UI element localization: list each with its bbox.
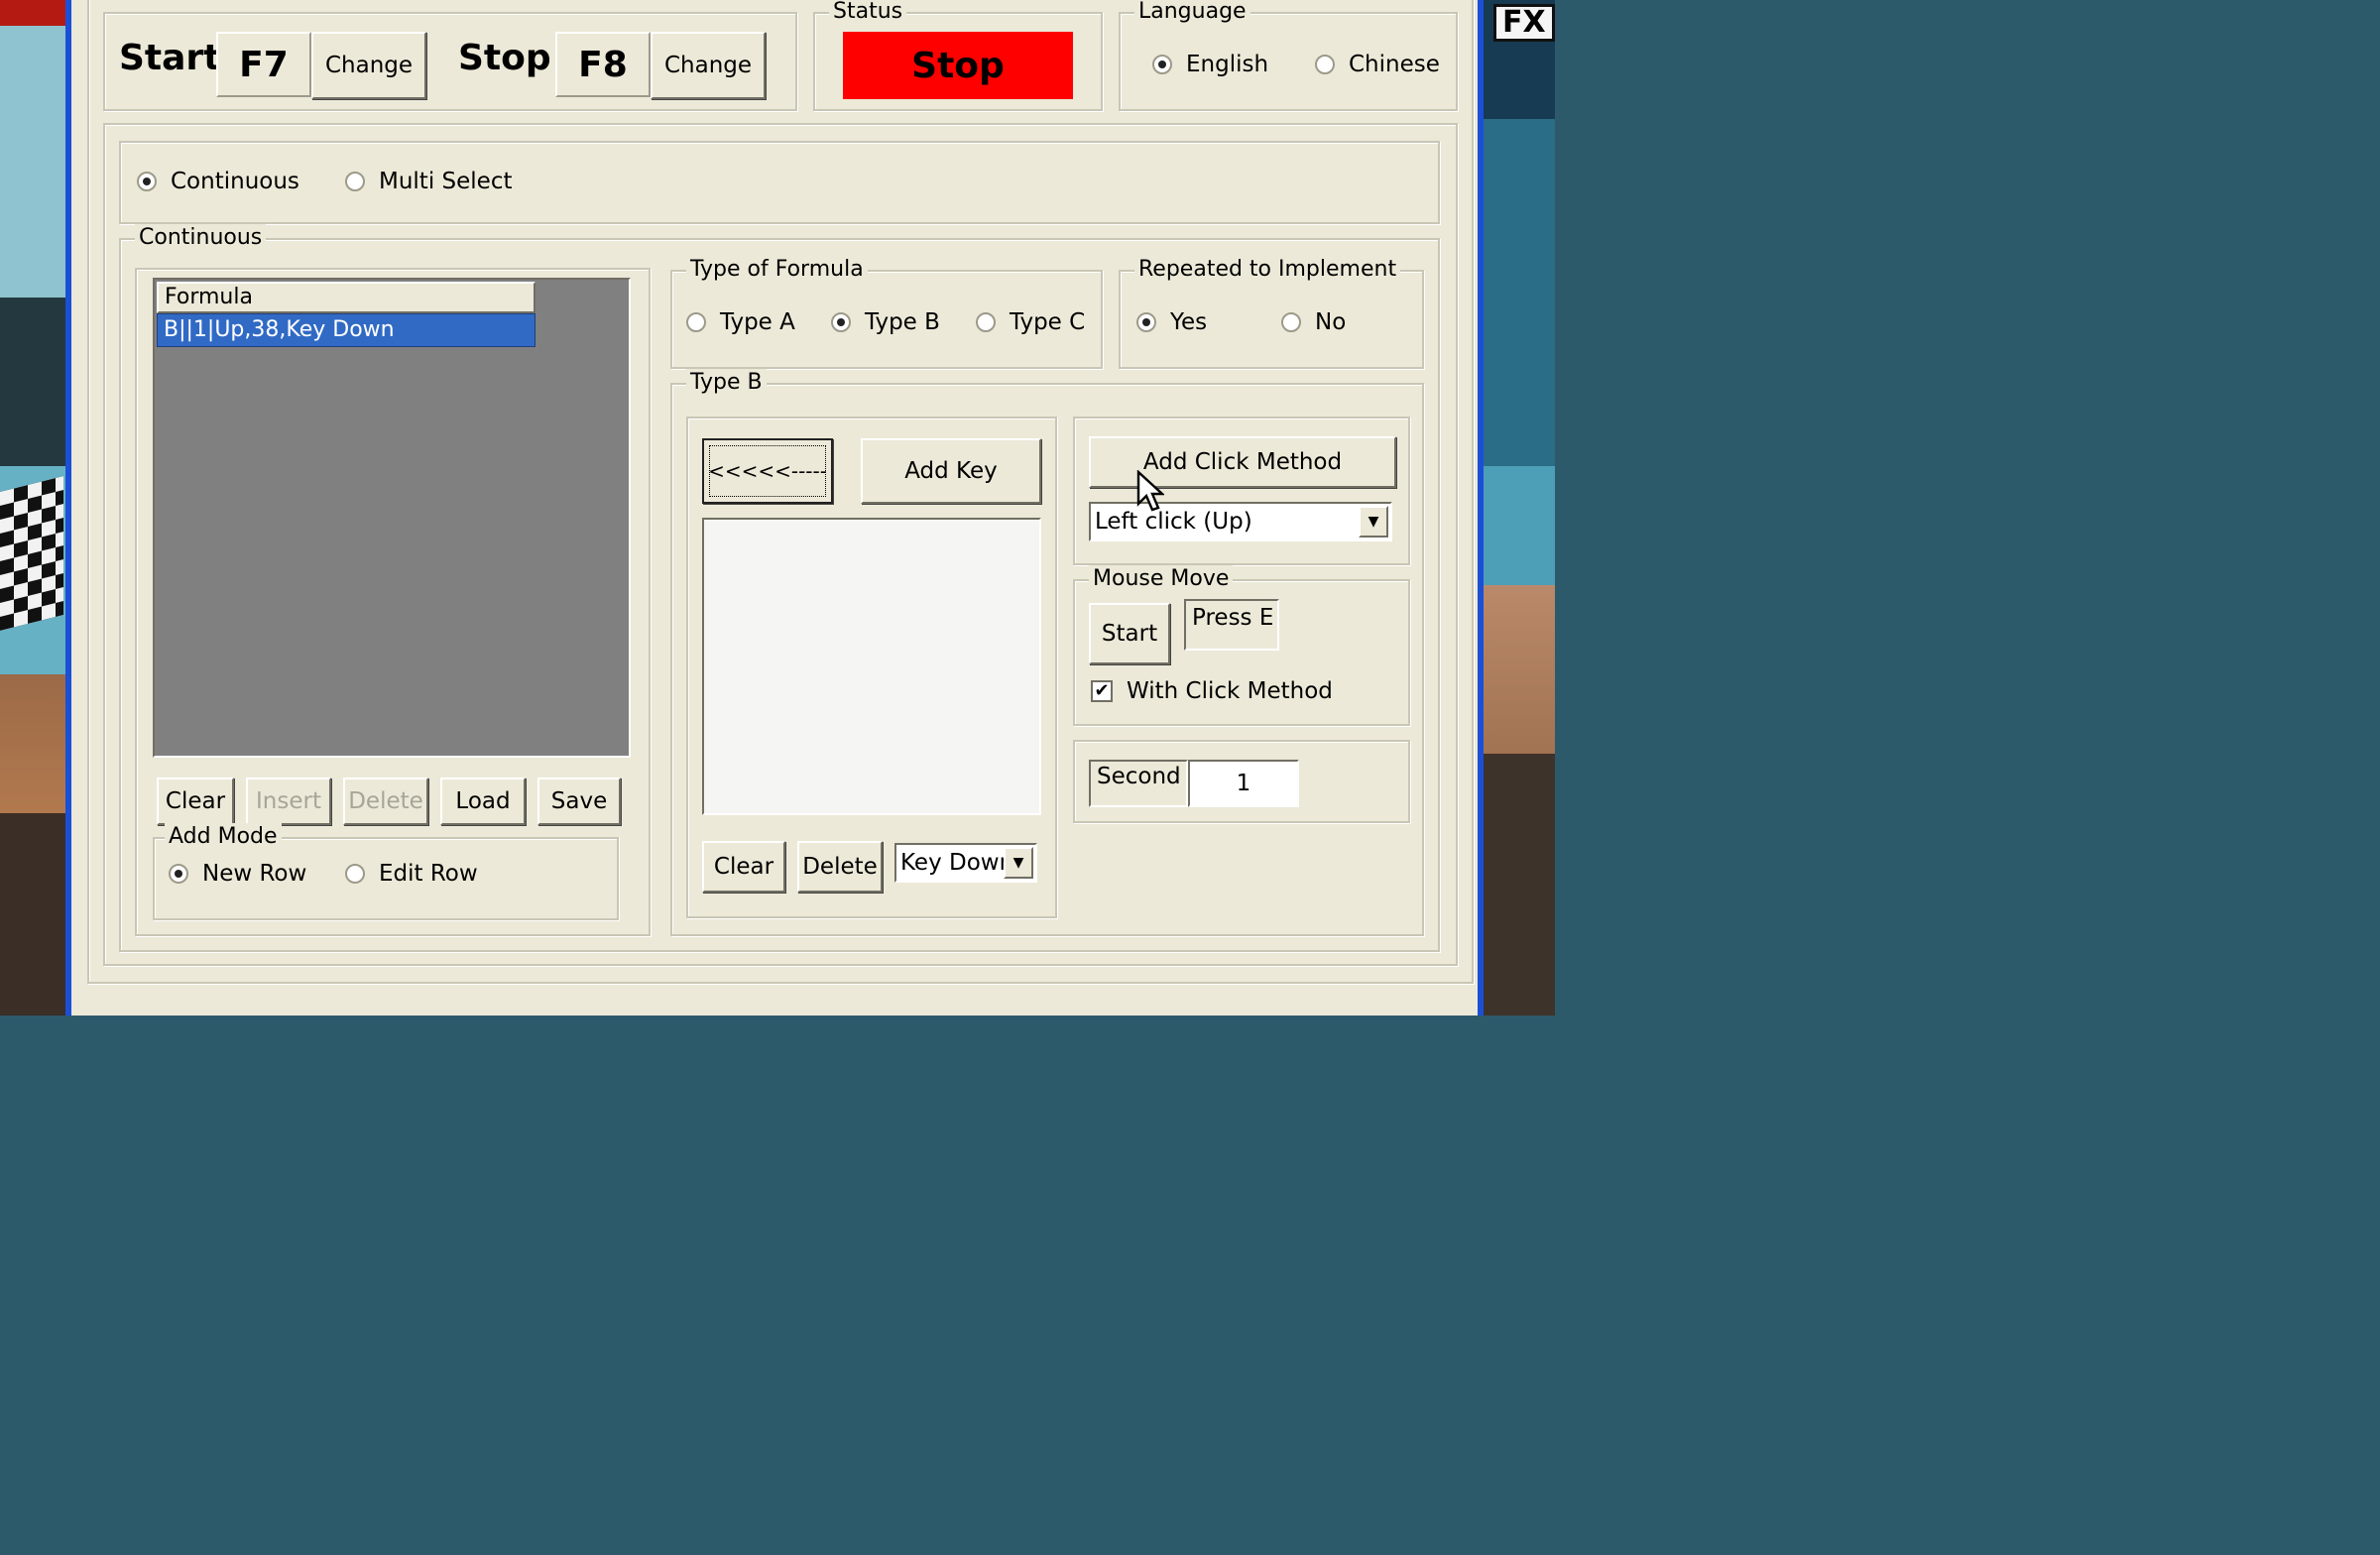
background-right [1484, 0, 1555, 1016]
status-legend: Status [829, 0, 907, 26]
second-input[interactable]: 1 [1188, 760, 1299, 807]
mouse-pointer-icon [1136, 470, 1164, 512]
stop-key-box: F8 [555, 32, 651, 97]
insert-formula-button: Insert [246, 778, 331, 825]
formula-row-selected[interactable]: B||1|Up,38,Key Down [157, 313, 536, 347]
language-english-radio[interactable]: English [1152, 52, 1268, 77]
key-event-select[interactable]: Key Down ▼ [894, 843, 1037, 883]
add-mode-edit-row-radio[interactable]: Edit Row [345, 861, 478, 887]
type-b-keys-panel: <<<<<----- Add Key Clear Delete Key Down… [686, 417, 1057, 918]
mode-group: Continuous Multi Select [119, 141, 1440, 224]
mouse-move-start-button[interactable]: Start [1089, 603, 1170, 664]
checkmark-icon: ✔ [1091, 680, 1113, 702]
load-formula-button[interactable]: Load [440, 778, 526, 825]
with-click-method-checkbox[interactable]: ✔ With Click Method [1091, 678, 1333, 704]
repeated-yes-radio[interactable]: Yes [1136, 309, 1207, 335]
mode-multi-select-radio[interactable]: Multi Select [345, 169, 513, 194]
checkered-flag [0, 476, 63, 631]
status-group: Status Stop [813, 0, 1103, 111]
insert-key-arrow-button[interactable]: <<<<<----- [702, 438, 833, 504]
formula-list[interactable]: Formula B||1|Up,38,Key Down [153, 278, 631, 758]
type-b-legend: Type B [686, 369, 767, 397]
add-click-method-button[interactable]: Add Click Method [1089, 436, 1396, 488]
clear-keys-button[interactable]: Clear [702, 841, 785, 893]
add-key-button[interactable]: Add Key [861, 438, 1041, 504]
add-mode-new-row-radio[interactable]: New Row [169, 861, 306, 887]
second-label: Second [1089, 760, 1188, 807]
language-chinese-radio[interactable]: Chinese [1315, 52, 1440, 77]
mode-continuous-radio[interactable]: Continuous [137, 169, 299, 194]
radio-selected-icon [137, 172, 157, 191]
hotkey-group: Start F7 Change Stop F8 Change [103, 12, 797, 111]
repeated-group: Repeated to Implement Yes No [1119, 256, 1424, 369]
start-key-box: F7 [216, 32, 311, 97]
chevron-down-icon[interactable]: ▼ [1004, 847, 1033, 879]
type-c-radio[interactable]: Type C [976, 309, 1085, 335]
type-a-radio[interactable]: Type A [686, 309, 795, 335]
repeated-legend: Repeated to Implement [1134, 256, 1401, 284]
add-mode-group: Add Mode New Row Edit Row [153, 823, 619, 920]
delete-key-button[interactable]: Delete [797, 841, 883, 893]
second-group: Second 1 [1073, 740, 1410, 823]
click-method-select[interactable]: Left click (Up) ▼ [1089, 502, 1392, 541]
change-start-key-button[interactable]: Change [311, 32, 426, 99]
clear-formula-button[interactable]: Clear [157, 778, 234, 825]
type-b-radio[interactable]: Type B [831, 309, 940, 335]
mouse-move-group: Mouse Move Start Press E ✔ With Click Me… [1073, 565, 1410, 726]
delete-formula-button: Delete [343, 778, 428, 825]
radio-unselected-icon [1315, 55, 1335, 74]
language-legend: Language [1134, 0, 1250, 26]
status-indicator: Stop [843, 32, 1073, 99]
app-window: Start F7 Change Stop F8 Change Status St… [65, 0, 1484, 1016]
type-b-group: Type B <<<<<----- Add Key Clear Delete K… [670, 369, 1424, 936]
press-key-hint: Press E [1184, 599, 1279, 651]
continuous-legend: Continuous [135, 224, 267, 252]
stop-hotkey-label: Stop [458, 38, 551, 78]
mouse-move-legend: Mouse Move [1089, 565, 1234, 593]
fx-logo: FX [1493, 4, 1555, 42]
radio-unselected-icon [345, 172, 365, 191]
type-of-formula-group: Type of Formula Type A Type B Type C [670, 256, 1103, 369]
radio-selected-icon [169, 864, 188, 884]
repeated-no-radio[interactable]: No [1281, 309, 1346, 335]
radio-unselected-icon [686, 312, 706, 332]
start-hotkey-label: Start [119, 38, 221, 78]
radio-selected-icon [1152, 55, 1172, 74]
radio-selected-icon [1136, 312, 1156, 332]
radio-unselected-icon [345, 864, 365, 884]
save-formula-button[interactable]: Save [537, 778, 621, 825]
formula-column-header[interactable]: Formula [157, 282, 536, 313]
radio-selected-icon [831, 312, 851, 332]
formula-panel: Formula B||1|Up,38,Key Down Clear Insert… [135, 268, 651, 936]
click-method-panel: Add Click Method Left click (Up) ▼ [1073, 417, 1410, 565]
key-list[interactable] [702, 518, 1041, 815]
chevron-down-icon[interactable]: ▼ [1359, 506, 1388, 538]
change-stop-key-button[interactable]: Change [651, 32, 766, 99]
type-of-formula-legend: Type of Formula [686, 256, 868, 284]
radio-unselected-icon [1281, 312, 1301, 332]
language-group: Language English Chinese [1119, 0, 1458, 111]
radio-unselected-icon [976, 312, 996, 332]
add-mode-legend: Add Mode [165, 823, 282, 851]
